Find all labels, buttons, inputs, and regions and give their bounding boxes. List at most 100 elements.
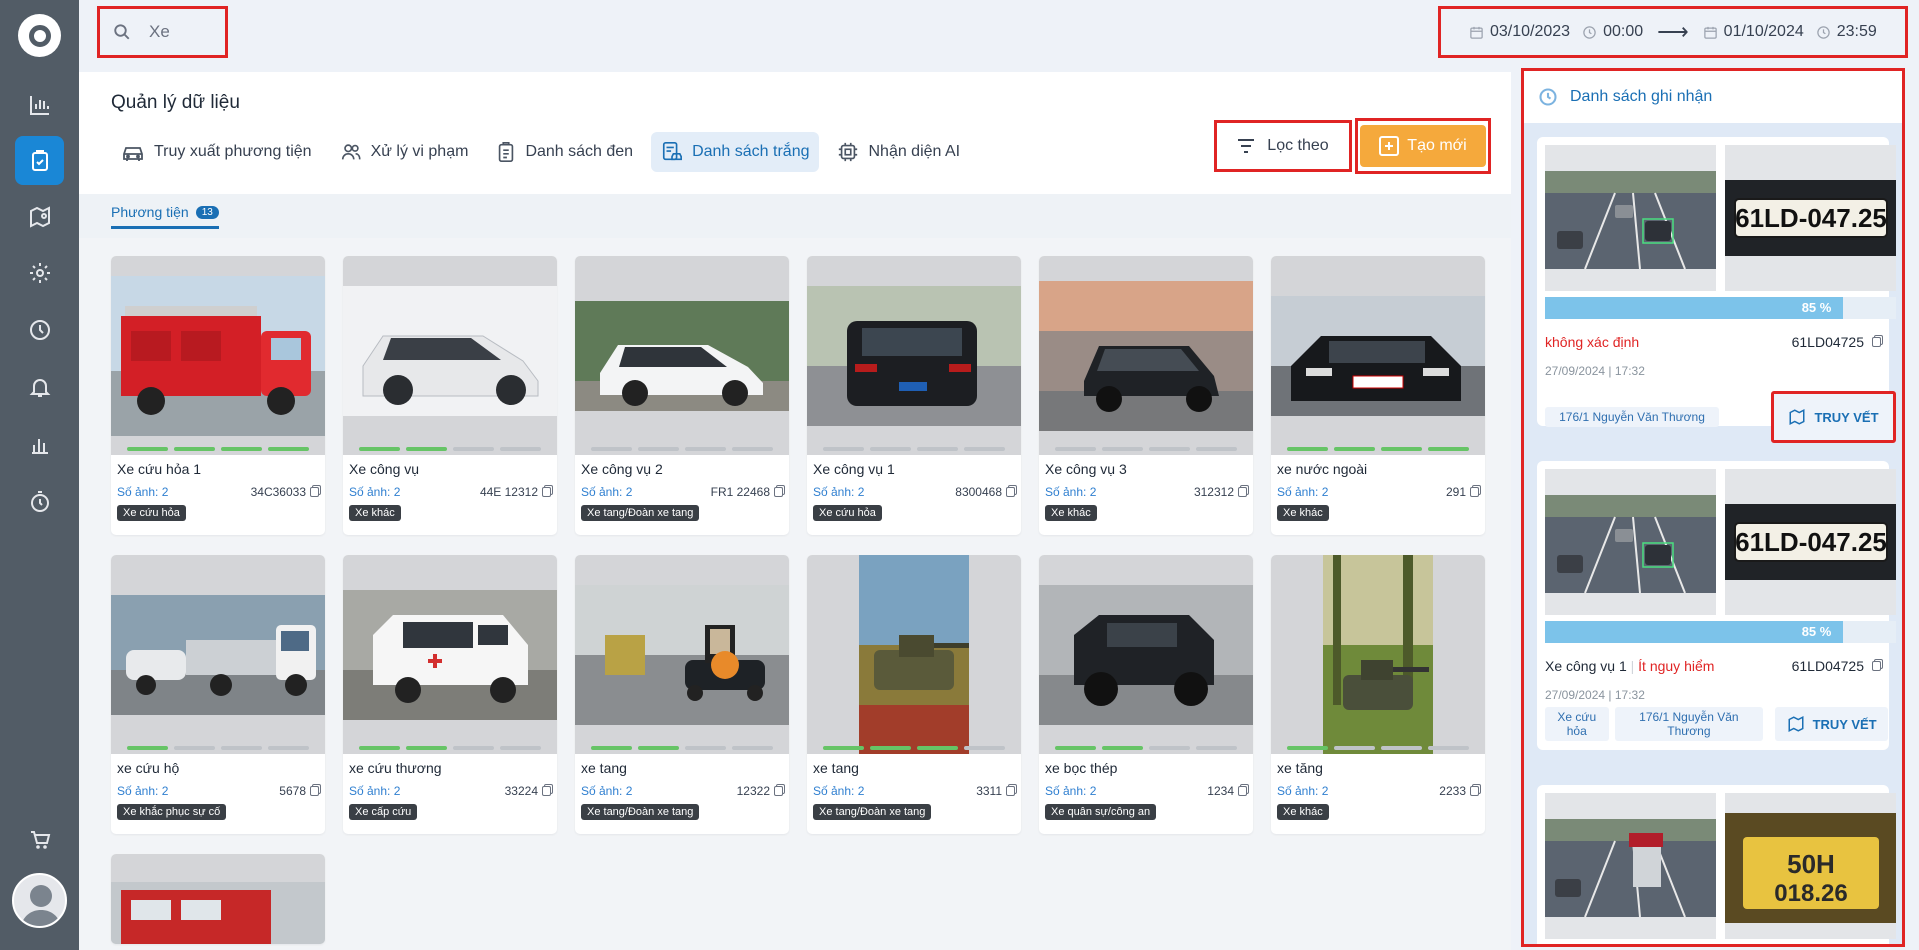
tab-ai-recognition[interactable]: Nhận diện AI	[827, 132, 970, 172]
plate-code: 312312	[1194, 485, 1247, 499]
vehicle-card[interactable]: xe tang Số ảnh: 2 3311 Xe tang/Đoàn xe tang	[807, 555, 1021, 834]
copy-icon[interactable]	[542, 487, 551, 497]
plate-code: FR1 22468	[711, 485, 783, 499]
image-indicator-dots[interactable]	[1055, 447, 1237, 451]
image-indicator-dots[interactable]	[823, 746, 1005, 750]
copy-icon[interactable]	[774, 487, 783, 497]
record-card[interactable]: 61LD-047.25 85 % Xe công vụ 1 | Ít nguy …	[1537, 461, 1896, 750]
copy-icon[interactable]	[1238, 786, 1247, 796]
image-indicator-dots[interactable]	[359, 746, 541, 750]
tab-blacklist[interactable]: Danh sách đen	[486, 132, 643, 172]
vehicle-name: Xe công vụ 1	[1545, 658, 1627, 674]
copy-icon[interactable]	[1006, 786, 1015, 796]
plate-code-value: 3311	[976, 784, 1002, 798]
copy-icon[interactable]	[1238, 487, 1247, 497]
image-count: Số ảnh: 2	[349, 784, 401, 798]
vehicle-name: Xe công vụ 2	[581, 461, 663, 477]
trace-button[interactable]: TRUY VẾT	[1771, 391, 1896, 443]
copy-icon[interactable]	[542, 786, 551, 796]
vehicle-card[interactable]: Xe cứu hỏa 1 Số ảnh: 2 34C36033 Xe cứu hỏa	[111, 256, 325, 535]
cart-icon	[30, 830, 50, 849]
vehicle-card[interactable]	[111, 854, 325, 944]
vehicle-name: Xe cứu hỏa 1	[117, 461, 202, 477]
start-date-value: 03/10/2023	[1490, 23, 1571, 40]
vehicle-name: xe tang	[813, 760, 859, 776]
vehicle-name: Xe công vụ 1	[813, 461, 895, 477]
vehicle-card[interactable]: xe bọc thép Số ảnh: 2 1234 Xe quân sự/công …	[1039, 555, 1253, 834]
nav-timer[interactable]	[15, 477, 64, 526]
plate-code-value: 12322	[736, 784, 770, 798]
image-count: Số ảnh: 2	[1277, 784, 1329, 798]
date-range-picker[interactable]: 03/10/2023 00:00 ⟶ 01/10/2024 23:59	[1438, 6, 1908, 58]
vehicle-card[interactable]: Xe công vụ 3 Số ảnh: 2 312312 Xe khác	[1039, 256, 1253, 535]
search-input[interactable]	[149, 22, 209, 42]
image-indicator-dots[interactable]	[359, 447, 541, 451]
vehicle-card[interactable]: Xe công vụ 2 Số ảnh: 2 FR1 22468 Xe tang/Đo…	[575, 256, 789, 535]
copy-icon[interactable]	[310, 487, 319, 497]
copy-icon[interactable]	[1872, 337, 1881, 347]
nav-settings[interactable]	[15, 248, 64, 297]
license-plate-image: 61LD-047.25	[1725, 469, 1896, 615]
plate-code: 2233	[1439, 784, 1479, 798]
plate-value: 61LD04725	[1791, 334, 1864, 350]
image-indicator-dots[interactable]	[591, 746, 773, 750]
tab-label: Nhận diện AI	[868, 143, 961, 160]
plate-code: 8300468	[955, 485, 1015, 499]
nav-dashboard[interactable]	[15, 80, 64, 129]
start-time[interactable]: 00:00	[1582, 23, 1643, 41]
vehicle-card[interactable]: xe cứu hộ Số ảnh: 2 5678 Xe khắc phục sự cố	[111, 555, 325, 834]
copy-icon[interactable]	[310, 786, 319, 796]
vehicle-card[interactable]: xe tang Số ảnh: 2 12322 Xe tang/Đoàn xe tan…	[575, 555, 789, 834]
copy-icon[interactable]	[1470, 786, 1479, 796]
tab-vehicle-lookup[interactable]: Truy xuất phương tiện	[111, 132, 322, 172]
subtab-vehicles[interactable]: Phương tiện 13	[111, 204, 219, 229]
start-date[interactable]: 03/10/2023	[1469, 23, 1570, 41]
record-card[interactable]: 50H 018.26	[1537, 785, 1896, 944]
image-indicator-dots[interactable]	[823, 447, 1005, 451]
nav-data-management[interactable]	[15, 136, 64, 185]
history-icon	[1539, 88, 1557, 106]
create-button-highlight: Tạo mới	[1355, 118, 1491, 174]
user-avatar[interactable]	[12, 873, 67, 928]
records-title: Danh sách ghi nhận	[1570, 88, 1713, 105]
image-indicator-dots[interactable]	[1287, 447, 1469, 451]
calendar-icon	[1470, 26, 1483, 39]
nav-statistics[interactable]	[15, 420, 64, 469]
image-indicator-dots[interactable]	[1055, 746, 1237, 750]
map-trace-icon	[1789, 409, 1805, 425]
tab-whitelist[interactable]: Danh sách trắng	[651, 132, 820, 172]
plate-text: 61LD-047.25	[1735, 203, 1887, 233]
copy-icon[interactable]	[1872, 661, 1881, 671]
tab-violations[interactable]: Xử lý vi phạm	[330, 132, 479, 172]
app-logo[interactable]	[18, 14, 61, 57]
end-date[interactable]: 01/10/2024	[1703, 23, 1804, 41]
page-title: Quản lý dữ liệu	[111, 92, 240, 113]
create-button[interactable]: Tạo mới	[1360, 125, 1486, 167]
search-box[interactable]	[97, 6, 228, 58]
filter-button[interactable]: Lọc theo	[1214, 120, 1352, 172]
nav-history[interactable]	[15, 305, 64, 354]
vehicle-card[interactable]: Xe công vụ Số ảnh: 2 44E 12312 Xe khác	[343, 256, 557, 535]
arrow-right-icon: ⟶	[1657, 19, 1689, 44]
vehicle-card[interactable]: xe nước ngoài Số ảnh: 2 291 Xe khác	[1271, 256, 1485, 535]
image-indicator-dots[interactable]	[127, 746, 309, 750]
copy-icon[interactable]	[774, 786, 783, 796]
nav-alerts[interactable]	[15, 362, 64, 411]
tab-label: Truy xuất phương tiện	[154, 143, 312, 160]
image-indicator-dots[interactable]	[1287, 746, 1469, 750]
plate-code-value: 291	[1445, 485, 1466, 499]
vehicle-card[interactable]: xe cứu thương Số ảnh: 2 33224 Xe cấp cứu	[343, 555, 557, 834]
image-indicator-dots[interactable]	[591, 447, 773, 451]
copy-icon[interactable]	[1006, 487, 1015, 497]
copy-icon[interactable]	[1470, 487, 1479, 497]
vehicle-card[interactable]: Xe công vụ 1 Số ảnh: 2 8300468 Xe cứu hỏa	[807, 256, 1021, 535]
nav-map[interactable]	[15, 192, 64, 241]
record-card[interactable]: 61LD-047.25 85 % không xác định 61LD0472…	[1537, 137, 1896, 443]
trace-button[interactable]: TRUY VẾT	[1775, 707, 1888, 741]
nav-cart[interactable]	[15, 815, 64, 864]
records-header: Danh sách ghi nhận	[1524, 71, 1902, 123]
confidence-bar: 85 %	[1545, 297, 1896, 319]
end-time[interactable]: 23:59	[1816, 23, 1877, 41]
vehicle-card[interactable]: xe tăng Số ảnh: 2 2233 Xe khác	[1271, 555, 1485, 834]
image-indicator-dots[interactable]	[127, 447, 309, 451]
